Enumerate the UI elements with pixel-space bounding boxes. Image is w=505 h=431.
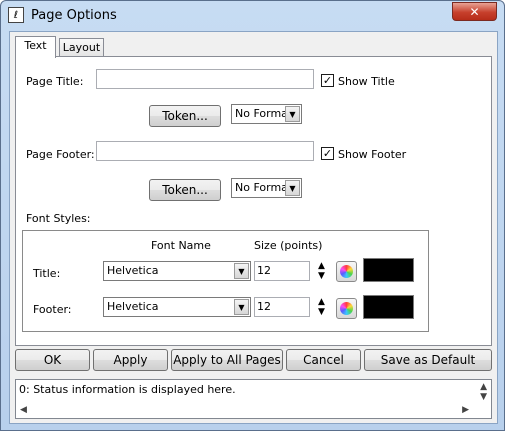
show-footer-checkbox[interactable]: ✓ <box>321 147 334 160</box>
ok-button[interactable]: OK <box>15 349 90 371</box>
color-wheel-icon <box>340 302 353 315</box>
title-format-select[interactable]: No Format ▼ <box>231 104 302 124</box>
page-title-input[interactable] <box>96 69 314 89</box>
footer-color-swatch[interactable] <box>363 295 414 319</box>
title-font-label: Title: <box>33 267 61 280</box>
tab-layout[interactable]: Layout <box>59 38 104 57</box>
title-color-swatch[interactable] <box>363 258 414 282</box>
footer-font-select[interactable]: Helvetica ▼ <box>103 297 251 317</box>
font-styles-group: Font Name Size (points) Title: Helvetica… <box>22 230 429 332</box>
scroll-left-icon[interactable]: ◀ <box>20 405 27 415</box>
footer-font-value: Helvetica <box>107 300 159 313</box>
close-button[interactable]: ✕ <box>452 2 497 21</box>
footer-font-label: Footer: <box>33 303 72 316</box>
page-options-window: ℓ Page Options ✕ Text Layout Page Title:… <box>0 0 505 431</box>
dialog-client-area: Text Layout Page Title: ✓ Show Title Tok… <box>9 31 498 424</box>
page-title-label: Page Title: <box>26 75 84 88</box>
chevron-down-icon: ▼ <box>285 180 300 196</box>
cancel-button[interactable]: Cancel <box>286 349 361 371</box>
footer-size-spinner[interactable]: ▲ ▼ <box>314 296 329 318</box>
title-size-input[interactable]: 12 <box>254 261 310 281</box>
apply-to-all-pages-button[interactable]: Apply to All Pages <box>171 349 283 371</box>
tab-text[interactable]: Text <box>15 36 56 58</box>
window-title: Page Options <box>31 8 117 23</box>
chevron-down-icon: ▼ <box>285 106 300 122</box>
title-bar[interactable]: ℓ Page Options ✕ <box>1 1 504 31</box>
save-as-default-button[interactable]: Save as Default <box>364 349 492 371</box>
status-area[interactable]: 0: Status information is displayed here.… <box>15 379 492 419</box>
title-format-value: No Format <box>235 107 293 120</box>
footer-size-input[interactable]: 12 <box>254 297 310 317</box>
title-font-value: Helvetica <box>107 264 159 277</box>
show-title-checkbox[interactable]: ✓ <box>321 74 334 87</box>
scroll-up-icon[interactable]: ▲ <box>480 382 487 392</box>
apply-button[interactable]: Apply <box>93 349 168 371</box>
size-header: Size (points) <box>254 239 323 252</box>
scroll-right-icon[interactable]: ▶ <box>462 405 469 415</box>
title-color-picker-button[interactable] <box>336 261 357 282</box>
text-tab-panel: Page Title: ✓ Show Title Token... No For… <box>15 56 492 346</box>
spin-up-icon[interactable]: ▲ <box>314 297 329 307</box>
title-font-select[interactable]: Helvetica ▼ <box>103 261 251 281</box>
show-footer-label: Show Footer <box>338 148 407 161</box>
spin-down-icon[interactable]: ▼ <box>314 307 329 317</box>
title-size-spinner[interactable]: ▲ ▼ <box>314 260 329 282</box>
show-title-label: Show Title <box>338 75 395 88</box>
page-footer-label: Page Footer: <box>26 148 95 161</box>
font-styles-label: Font Styles: <box>26 212 91 225</box>
app-icon: ℓ <box>8 7 24 23</box>
spin-down-icon[interactable]: ▼ <box>314 271 329 281</box>
spin-up-icon[interactable]: ▲ <box>314 261 329 271</box>
color-wheel-icon <box>340 265 353 278</box>
title-token-button[interactable]: Token... <box>149 105 221 127</box>
chevron-down-icon: ▼ <box>234 263 249 279</box>
footer-color-picker-button[interactable] <box>336 298 357 319</box>
page-footer-input[interactable] <box>96 141 314 161</box>
footer-token-button[interactable]: Token... <box>149 179 221 201</box>
font-name-header: Font Name <box>151 239 211 252</box>
chevron-down-icon: ▼ <box>234 299 249 315</box>
status-text: 0: Status information is displayed here. <box>19 383 236 396</box>
scroll-down-icon[interactable]: ▼ <box>480 392 487 402</box>
footer-format-select[interactable]: No Format ▼ <box>231 178 302 198</box>
footer-format-value: No Format <box>235 181 293 194</box>
